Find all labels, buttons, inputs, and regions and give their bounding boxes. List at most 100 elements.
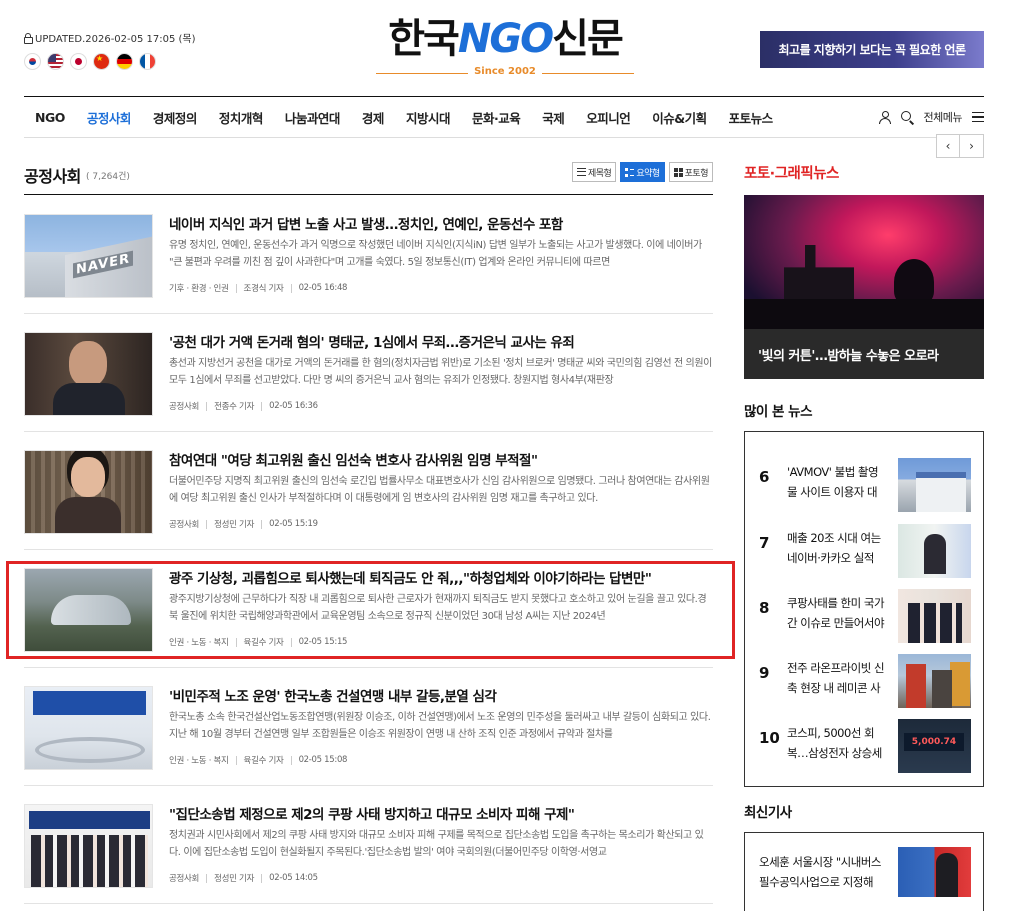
article-title[interactable]: 참여연대 "여당 최고위원 출신 임선숙 변호사 감사위원 임명 부적절" bbox=[169, 449, 713, 469]
china-flag-icon[interactable] bbox=[93, 53, 110, 70]
article-thumbnail[interactable]: NAVER bbox=[24, 214, 153, 298]
article-thumbnail[interactable] bbox=[24, 686, 153, 770]
latest-headline[interactable]: 오세훈 서울시장 "시내버스 필수공익사업으로 지정해야" bbox=[759, 852, 881, 894]
nav-item[interactable]: 경제 bbox=[351, 108, 395, 127]
meta-divider bbox=[261, 519, 263, 529]
thumb-person-head bbox=[69, 341, 107, 387]
article-summary[interactable]: 더불어민주당 지명직 최고위원 출신의 임선숙 로긴입 법률사무소 대표변호사가… bbox=[169, 473, 713, 507]
article-item[interactable]: '공천 대가 거액 돈거래 혐의' 명태균, 1심에서 무죄…증거은닉 교사는 … bbox=[24, 314, 713, 432]
list-view-icon bbox=[576, 168, 586, 176]
nav-item[interactable]: 지방시대 bbox=[395, 108, 461, 127]
article-item[interactable]: NAVER 네이버 지식인 과거 답변 노출 사고 발생…정치인, 연예인, 운… bbox=[24, 196, 713, 314]
all-menu-label[interactable]: 전체메뉴 bbox=[924, 109, 963, 125]
article-item[interactable]: "집단소송법 제정으로 제2의 쿠팡 사태 방지하고 대규모 소비자 피해 구제… bbox=[24, 786, 713, 904]
popular-rank: 9 bbox=[759, 664, 770, 682]
meta-divider bbox=[290, 637, 292, 647]
article-summary[interactable]: 총선과 지방선거 공천을 대가로 거액의 돈거래를 한 혐의(정치자금법 위반)… bbox=[169, 355, 713, 389]
nav-item[interactable]: 나눔과연대 bbox=[274, 108, 351, 127]
article-date: 02-05 16:48 bbox=[298, 283, 348, 293]
header-banner[interactable]: 최고를 지향하기 보다는 꼭 필요한 언론 bbox=[760, 31, 984, 68]
search-icon[interactable] bbox=[900, 110, 914, 124]
japan-flag-icon[interactable] bbox=[70, 53, 87, 70]
view-summary-label: 요약형 bbox=[636, 168, 660, 179]
nav-item[interactable]: 공정사회 bbox=[76, 108, 142, 127]
view-photo-button[interactable]: 포토형 bbox=[668, 162, 713, 182]
popular-thumbnail[interactable] bbox=[898, 589, 971, 643]
article-thumbnail[interactable] bbox=[24, 568, 153, 652]
article-summary[interactable]: 유명 정치인, 연예인, 운동선수가 과거 익명으로 작성했던 네이버 지식인(… bbox=[169, 237, 713, 271]
carousel-arrows: ‹ › bbox=[936, 134, 984, 158]
popular-item[interactable]: 9 전주 라온프라이빗 신축 현장 내 레미콘 사고 bbox=[759, 654, 971, 708]
nav-item[interactable]: 오피니언 bbox=[575, 108, 641, 127]
user-icon[interactable] bbox=[878, 110, 891, 124]
aurora-photo[interactable] bbox=[744, 195, 984, 329]
article-meta: 인권 · 노동 · 복지 육길수 기자 02-05 15:15 bbox=[169, 636, 347, 648]
logo-wordmark: 한국NGO신문 bbox=[376, 14, 634, 64]
article-category: 기후 · 환경 · 인권 bbox=[169, 284, 229, 294]
chevron-right-icon[interactable]: › bbox=[960, 134, 984, 158]
site-logo[interactable]: 한국NGO신문 Since 2002 bbox=[376, 14, 634, 84]
popular-headline[interactable]: 코스피, 5000선 회복…삼성전자 상승세 bbox=[787, 723, 887, 765]
chevron-left-icon[interactable]: ‹ bbox=[936, 134, 960, 158]
korea-flag-icon[interactable] bbox=[24, 53, 41, 70]
nav-item[interactable]: 이슈&기획 bbox=[641, 108, 717, 127]
popular-thumbnail[interactable] bbox=[898, 524, 971, 578]
popular-headline[interactable]: 'AVMOV' 불법 촬영물 사이트 이용자 대거 적발 bbox=[787, 462, 887, 504]
popular-headline[interactable]: 매출 20조 시대 여는 네이버·카카오 실적 발표 bbox=[787, 528, 887, 570]
latest-thumbnail[interactable] bbox=[898, 847, 971, 897]
nav-item[interactable]: 포토뉴스 bbox=[718, 108, 784, 127]
photo-caption[interactable]: '빛의 커튼'…밤하늘 수놓은 오로라 bbox=[744, 329, 984, 379]
article-category: 공정사회 bbox=[169, 874, 200, 884]
article-category: 공정사회 bbox=[169, 402, 200, 412]
popular-thumbnail[interactable] bbox=[898, 719, 971, 773]
article-item[interactable]: '비민주적 노조 운영' 한국노총 건설연맹 내부 갈등,분열 심각 한국노총 … bbox=[24, 668, 713, 786]
popular-item[interactable]: 8 쿠팡사태를 한미 국가간 이슈로 만들어서야 bbox=[759, 589, 971, 643]
view-title-button[interactable]: 제목형 bbox=[571, 162, 617, 182]
article-title[interactable]: '비민주적 노조 운영' 한국노총 건설연맹 내부 갈등,분열 심각 bbox=[169, 685, 713, 705]
article-meta: 인권 · 노동 · 복지 육길수 기자 02-05 15:08 bbox=[169, 754, 347, 766]
article-item[interactable]: 참여연대 "여당 최고위원 출신 임선숙 변호사 감사위원 임명 부적절" 더불… bbox=[24, 432, 713, 550]
popular-rank: 6 bbox=[759, 468, 770, 486]
popular-rank: 10 bbox=[759, 729, 780, 747]
popular-item[interactable]: 6 'AVMOV' 불법 촬영물 사이트 이용자 대거 적발 bbox=[759, 458, 971, 512]
nav-item[interactable]: 국제 bbox=[531, 108, 575, 127]
thumb-building-roof bbox=[51, 595, 131, 625]
logo-part-1: 한국 bbox=[388, 16, 460, 62]
meta-divider bbox=[235, 283, 237, 293]
popular-thumbnail[interactable] bbox=[898, 458, 971, 512]
article-thumbnail[interactable] bbox=[24, 332, 153, 416]
popular-thumbnail[interactable] bbox=[898, 654, 971, 708]
popular-item[interactable]: 10 코스피, 5000선 회복…삼성전자 상승세 bbox=[759, 719, 971, 773]
view-summary-button[interactable]: 요약형 bbox=[620, 162, 665, 182]
france-flag-icon[interactable] bbox=[139, 53, 156, 70]
meta-divider bbox=[261, 873, 263, 883]
nav-item[interactable]: 정치개혁 bbox=[208, 108, 274, 127]
article-title[interactable]: "집단소송법 제정으로 제2의 쿠팡 사태 방지하고 대규모 소비자 피해 구제… bbox=[169, 803, 713, 823]
nav-utilities: 전체메뉴 bbox=[878, 97, 984, 137]
updated-timestamp: UPDATED.2026-02-05 17:05 (목) bbox=[24, 30, 196, 45]
germany-flag-icon[interactable] bbox=[116, 53, 133, 70]
grid-view-icon bbox=[673, 167, 683, 177]
popular-headline[interactable]: 쿠팡사태를 한미 국가간 이슈로 만들어서야 bbox=[787, 593, 887, 635]
article-summary[interactable]: 광주지방기상청에 근무하다가 직장 내 괴롭힘으로 퇴사한 근로자가 현재까지 … bbox=[169, 591, 713, 625]
article-title[interactable]: '공천 대가 거액 돈거래 혐의' 명태균, 1심에서 무죄…증거은닉 교사는 … bbox=[169, 331, 713, 351]
article-author: 전종수 기자 bbox=[214, 402, 255, 412]
article-summary[interactable]: 정치권과 시민사회에서 제2의 쿠팡 사태 방지와 대규모 소비자 피해 구제를… bbox=[169, 827, 713, 861]
usa-flag-icon[interactable] bbox=[47, 53, 64, 70]
article-thumbnail[interactable] bbox=[24, 804, 153, 888]
popular-item[interactable]: 7 매출 20조 시대 여는 네이버·카카오 실적 발표 bbox=[759, 524, 971, 578]
article-summary[interactable]: 한국노총 소속 한국건설산업노동조합연맹(위원장 이승조, 이하 건설연맹)에서… bbox=[169, 709, 713, 743]
article-title[interactable]: 네이버 지식인 과거 답변 노출 사고 발생…정치인, 연예인, 운동선수 포함 bbox=[169, 213, 713, 233]
article-item[interactable]: 광주 기상청, 괴롭힘으로 퇴사했는데 퇴직금도 안 줘,,,"하청업체와 이야… bbox=[24, 550, 713, 668]
hamburger-icon[interactable] bbox=[972, 112, 984, 122]
popular-headline[interactable]: 전주 라온프라이빗 신축 현장 내 레미콘 사고 bbox=[787, 658, 887, 700]
photo-news-card[interactable]: '빛의 커튼'…밤하늘 수놓은 오로라 bbox=[744, 195, 984, 379]
article-title[interactable]: 광주 기상청, 괴롭힘으로 퇴사했는데 퇴직금도 안 줘,,,"하청업체와 이야… bbox=[169, 567, 713, 587]
article-author: 정성민 기자 bbox=[214, 520, 255, 530]
nav-item[interactable]: NGO bbox=[24, 110, 76, 125]
article-thumbnail[interactable] bbox=[24, 450, 153, 534]
section-title: 공정사회 bbox=[24, 167, 81, 186]
main-nav: NGO 공정사회 경제정의 정치개혁 나눔과연대 경제 지방시대 문화·교육 국제 오피니언 이슈&… bbox=[24, 96, 984, 138]
nav-item[interactable]: 문화·교육 bbox=[461, 108, 531, 127]
nav-item[interactable]: 경제정의 bbox=[142, 108, 208, 127]
